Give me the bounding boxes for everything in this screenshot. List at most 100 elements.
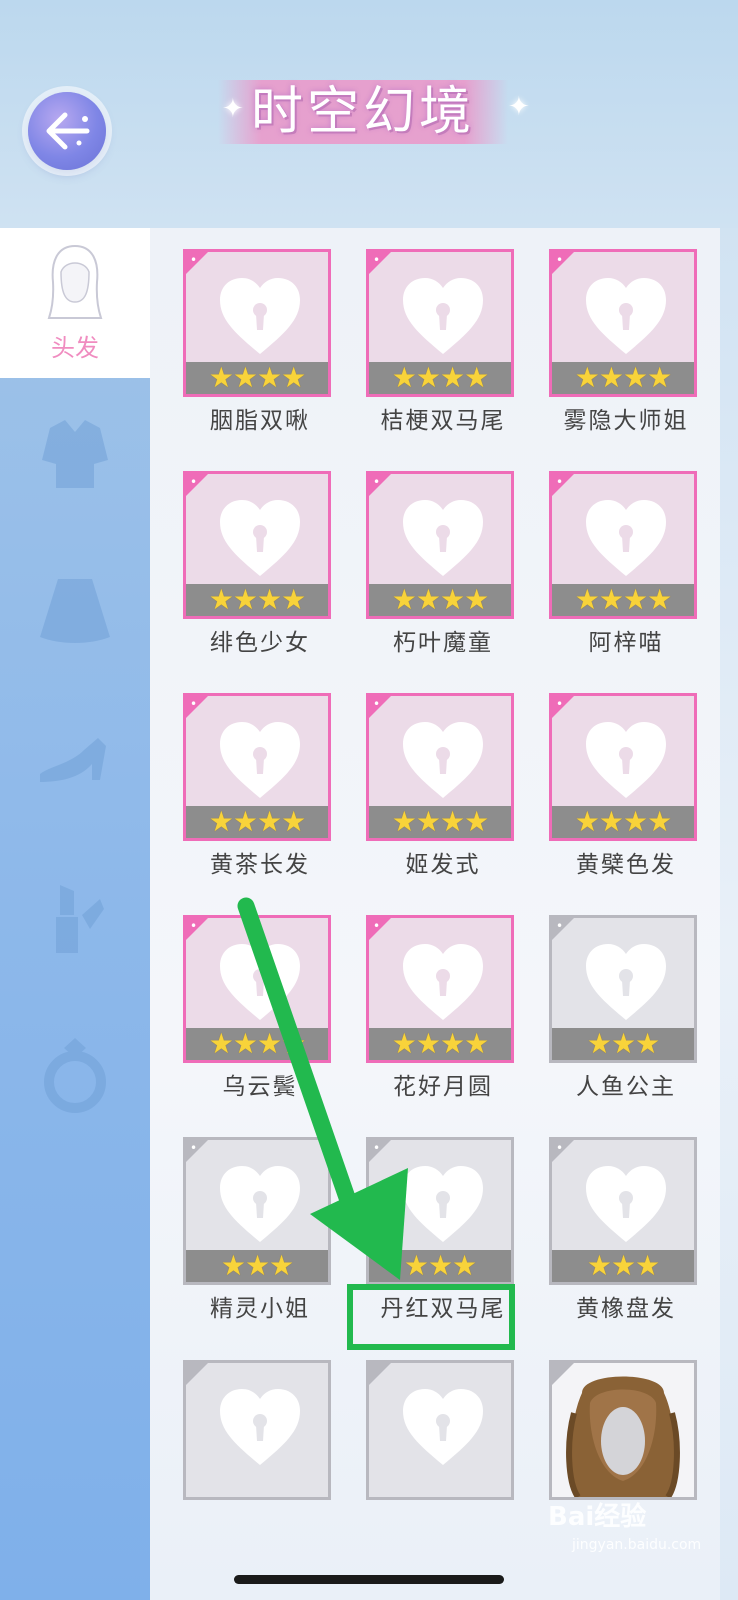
sidebar-tab-top[interactable] (30, 410, 120, 500)
star-rating: ★★★ (369, 1250, 511, 1282)
star-rating: ★★★★ (186, 1028, 328, 1060)
item-thumbnail: • ★★★★ (366, 915, 514, 1063)
locked-heart-icon (403, 500, 483, 576)
hair-preview-image (566, 1376, 680, 1497)
top-icon (42, 420, 108, 488)
star-rating: ★★★ (552, 1250, 694, 1282)
watermark-brand: Bai经验 (548, 1502, 647, 1532)
sidebar-tab-label: 头发 (51, 334, 99, 362)
item-thumbnail (183, 1360, 331, 1500)
locked-heart-icon (586, 944, 666, 1020)
locked-heart-icon (586, 722, 666, 798)
item-name: 乌云鬓 (222, 1074, 298, 1100)
item-thumbnail: • ★★★★ (183, 471, 331, 619)
sidebar-tab-makeup[interactable] (30, 875, 120, 965)
watermark-site: jingyan.baidu.com (572, 1537, 702, 1553)
star-rating: ★★★★ (369, 806, 511, 838)
star-rating: ★★★★ (369, 362, 511, 394)
item-name: 黄茶长发 (210, 852, 310, 878)
sidebar-tab-shoes[interactable] (30, 720, 120, 810)
watermark: Bai经验 jingyan.baidu.com (548, 1496, 728, 1556)
star-rating: ★★★★ (552, 806, 694, 838)
locked-heart-icon (220, 500, 300, 576)
home-indicator[interactable] (234, 1575, 504, 1584)
star-rating: ★★★★ (552, 362, 694, 394)
star-rating: ★★★★ (552, 584, 694, 616)
back-button[interactable] (28, 92, 106, 170)
locked-heart-icon (220, 1166, 300, 1242)
shoe-icon (40, 738, 106, 782)
sparkle-icon: ✦ (508, 92, 530, 122)
locked-heart-icon (403, 1389, 483, 1465)
item-thumbnail: • ★★★ (366, 1137, 514, 1285)
back-arrow-icon (46, 112, 90, 150)
corner-dot-icon: • (556, 1141, 564, 1155)
corner-dot-icon: • (190, 475, 198, 489)
item-thumbnail: • ★★★★ (183, 249, 331, 397)
corner-dot-icon: • (373, 253, 381, 267)
star-rating: ★★★★ (186, 584, 328, 616)
lipstick-icon (56, 885, 104, 953)
item-name: 胭脂双啾 (210, 408, 310, 434)
corner-dot-icon: • (190, 697, 198, 711)
corner-dot-icon: • (190, 1141, 198, 1155)
sparkle-icon: ✦ (222, 94, 244, 124)
item-thumbnail: • ★★★ (549, 915, 697, 1063)
locked-heart-icon (220, 944, 300, 1020)
item-name: 桔梗双马尾 (380, 408, 506, 434)
item-thumbnail: • ★★★★ (549, 471, 697, 619)
item-thumbnail: • ★★★★ (366, 471, 514, 619)
item-thumbnail: • ★★★★ (183, 693, 331, 841)
item-name: 黄橡盘发 (576, 1296, 676, 1322)
item-name: 花好月圆 (393, 1074, 493, 1100)
star-rating: ★★★★ (186, 362, 328, 394)
locked-heart-icon (220, 278, 300, 354)
item-thumbnail (549, 1360, 697, 1500)
star-rating: ★★★★ (369, 584, 511, 616)
annotation-highlight-box (347, 1284, 515, 1350)
hair-icon (47, 244, 103, 319)
item-name: 阿梓喵 (588, 630, 664, 656)
item-name: 精灵小姐 (210, 1296, 310, 1322)
corner-dot-icon: • (190, 919, 198, 933)
item-thumbnail: • ★★★★ (366, 693, 514, 841)
item-thumbnail: • ★★★★ (549, 249, 697, 397)
locked-heart-icon (403, 722, 483, 798)
corner-dot-icon: • (556, 475, 564, 489)
item-thumbnail: • ★★★★ (183, 915, 331, 1063)
corner-dot-icon: • (373, 697, 381, 711)
page-title: 时空幻境 (250, 82, 475, 142)
item-name: 朽叶魔童 (393, 630, 493, 656)
locked-heart-icon (403, 944, 483, 1020)
star-rating: ★★★★ (369, 1028, 511, 1060)
item-thumbnail: • ★★★★ (366, 249, 514, 397)
corner-dot-icon: • (373, 1141, 381, 1155)
item-thumbnail: • ★★★ (183, 1137, 331, 1285)
ring-icon (44, 1038, 106, 1113)
star-rating: ★★★★ (186, 806, 328, 838)
star-rating: ★★★ (186, 1250, 328, 1282)
item-name: 黄檗色发 (576, 852, 676, 878)
item-name: 雾隐大师姐 (563, 408, 689, 434)
title-banner: 时空幻境 (218, 80, 508, 144)
skirt-icon (40, 579, 110, 643)
item-thumbnail (366, 1360, 514, 1500)
item-name: 人鱼公主 (576, 1074, 676, 1100)
locked-heart-icon (220, 1389, 300, 1465)
locked-heart-icon (586, 278, 666, 354)
corner-dot-icon: • (190, 253, 198, 267)
locked-heart-icon (586, 500, 666, 576)
corner-dot-icon: • (556, 919, 564, 933)
corner-dot-icon: • (373, 475, 381, 489)
locked-heart-icon (403, 1166, 483, 1242)
locked-heart-icon (586, 1166, 666, 1242)
corner-dot-icon: • (556, 253, 564, 267)
item-thumbnail: • ★★★ (549, 1137, 697, 1285)
sidebar-tab-hair[interactable]: 头发 (0, 228, 150, 378)
locked-heart-icon (220, 722, 300, 798)
sidebar-tab-accessory[interactable] (30, 1030, 120, 1120)
locked-heart-icon (403, 278, 483, 354)
item-thumbnail: • ★★★★ (549, 693, 697, 841)
sidebar-tab-skirt[interactable] (30, 565, 120, 655)
star-rating: ★★★ (552, 1028, 694, 1060)
